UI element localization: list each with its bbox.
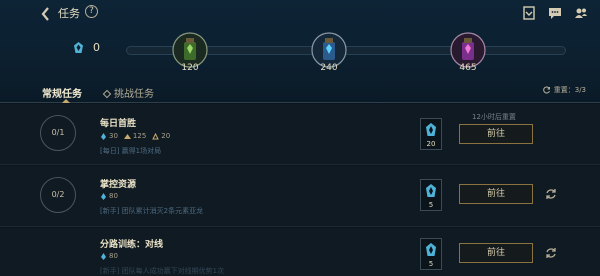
quest-progress: 0/1 xyxy=(40,115,76,151)
mission-token-icon xyxy=(426,123,436,136)
mission-token-icon xyxy=(426,184,436,197)
mission-token-icon xyxy=(74,42,83,53)
quest-row-2: 0/2 掌控资源 80 [新手] 团队累计消灭2条元素亚龙 5 前往 xyxy=(0,166,600,227)
mission-pass-icon[interactable] xyxy=(522,5,536,20)
help-icon[interactable]: ? xyxy=(85,5,98,18)
token-count-value: 0 xyxy=(93,41,100,54)
reward-value: 80 xyxy=(109,252,118,260)
xp-icon xyxy=(123,133,131,139)
tab-challenge[interactable]: 挑战任务 xyxy=(102,85,154,100)
token-icon xyxy=(152,132,160,139)
quest-row-3: 分路训练：对线 80 [新手] 团队每人成功赢下对线期优势1次 5 前往 xyxy=(0,228,600,276)
quest-progress: 0/2 xyxy=(40,177,76,213)
milestone-value-1: 120 xyxy=(181,63,199,73)
reset-timer: 12小时后重置 xyxy=(472,113,516,121)
reset-label: 重置：3/3 xyxy=(553,86,586,94)
quest-tabs: 常规任务 挑战任务 重置：3/3 xyxy=(0,80,600,103)
blue-essence-icon xyxy=(101,192,106,200)
reward-value: 125 xyxy=(132,132,147,140)
quest-title: 每日首胜 xyxy=(100,119,137,129)
diamond-icon xyxy=(102,89,112,99)
reward-value: 30 xyxy=(109,132,118,140)
reward-value: 80 xyxy=(109,192,118,200)
friends-icon[interactable] xyxy=(574,5,588,19)
tab-divider xyxy=(0,102,600,103)
mission-token-reward: 5 xyxy=(420,179,442,211)
quest-rewards: 30 125 20 xyxy=(100,132,170,140)
reset-status: 重置：3/3 xyxy=(542,85,586,95)
token-reward-value: 5 xyxy=(428,260,434,268)
milestone-value-2: 240 xyxy=(320,63,338,73)
reroll-icon[interactable] xyxy=(545,247,557,259)
go-button[interactable]: 前往 xyxy=(459,124,533,144)
mission-token-reward: 20 xyxy=(420,118,442,150)
quest-description: [每日] 赢得1场对局 xyxy=(100,147,162,155)
quest-title: 掌控资源 xyxy=(100,180,137,190)
header-bar: 任务 ? 0 120 240 465 常规任务 挑战任务 重置：3/3 xyxy=(0,0,600,103)
token-reward-value: 5 xyxy=(428,201,434,209)
go-button[interactable]: 前往 xyxy=(459,184,533,204)
blue-essence-icon xyxy=(101,132,106,140)
tab-regular[interactable]: 常规任务 xyxy=(42,85,82,100)
go-button[interactable]: 前往 xyxy=(459,243,533,263)
reroll-icon[interactable] xyxy=(545,188,557,200)
mission-token-icon xyxy=(426,243,436,256)
reward-value: 20 xyxy=(161,132,171,140)
quest-rewards: 80 xyxy=(100,252,118,260)
quest-title: 分路训练：对线 xyxy=(100,240,164,250)
page-title: 任务 xyxy=(58,7,80,20)
quest-description: [新手] 团队累计消灭2条元素亚龙 xyxy=(100,207,204,215)
tab-challenge-label: 挑战任务 xyxy=(114,89,154,100)
refresh-icon xyxy=(542,86,550,94)
quest-rewards: 80 xyxy=(100,192,118,200)
mission-token-reward: 5 xyxy=(420,238,442,270)
token-reward-value: 20 xyxy=(426,140,436,148)
active-tab-indicator xyxy=(62,99,70,103)
blue-essence-icon xyxy=(101,252,106,260)
chat-icon[interactable] xyxy=(548,5,562,19)
mission-token-count: 0 xyxy=(72,41,100,54)
quest-description: [新手] 团队每人成功赢下对线期优势1次 xyxy=(100,267,225,275)
back-icon[interactable] xyxy=(40,6,54,22)
milestone-value-3: 465 xyxy=(459,63,477,73)
